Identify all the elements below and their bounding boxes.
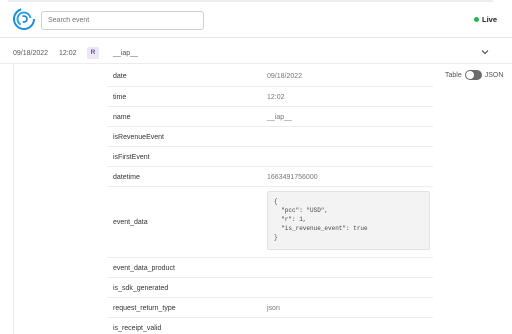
field-value: 09/18/2022 [267, 73, 303, 80]
field-value: 1663491756000 [267, 174, 318, 181]
field-key: date [113, 73, 127, 80]
field-value: json [267, 305, 280, 312]
chevron-down-icon[interactable] [481, 48, 489, 56]
field-row-is-receipt-valid: is_receipt_valid [107, 318, 433, 334]
field-key: isRevenueEvent [113, 134, 164, 141]
live-label: Live [482, 15, 498, 24]
field-key: isFirstEvent [113, 154, 150, 161]
table-json-toggle[interactable]: Table JSON [445, 70, 503, 80]
toggle-table-label: Table [445, 71, 462, 79]
field-key: name [113, 114, 131, 121]
field-row-date: date 09/18/2022 [107, 66, 433, 87]
field-row-event-data-product: event_data_product [107, 258, 433, 278]
live-status-dot-icon [474, 17, 479, 22]
event-time: 12:02 [59, 50, 77, 57]
event-data-json-block: { "pcc": "USD", "r": 1, "is_revenue_even… [267, 191, 430, 250]
field-row-isfirstevent: isFirstEvent [107, 147, 433, 167]
event-name: __iap__ [113, 50, 138, 57]
field-value: __iap__ [267, 114, 292, 121]
field-row-event-data: event_data { "pcc": "USD", "r": 1, "is_r… [107, 187, 433, 258]
field-key: event_data [113, 219, 148, 226]
event-date: 09/18/2022 [13, 50, 49, 57]
event-row[interactable]: 09/18/2022 12:02 R __iap__ [0, 42, 512, 64]
search-input[interactable] [41, 11, 204, 30]
top-bar: Live [0, 0, 512, 38]
field-row-datetime: datetime 1663491756000 [107, 167, 433, 187]
field-row-request-return-type: request_return_type json [107, 298, 433, 318]
field-row-name: name __iap__ [107, 107, 433, 127]
event-type-badge: R [87, 47, 99, 59]
event-fields-table: date 09/18/2022 time 12:02 name __iap__ … [107, 66, 433, 334]
top-divider [8, 0, 493, 2]
field-value: 12:02 [267, 94, 285, 101]
field-key: is_sdk_generated [113, 285, 169, 292]
field-key: datetime [113, 174, 140, 181]
field-row-is-sdk-generated: is_sdk_generated [107, 278, 433, 298]
field-key: event_data_product [113, 265, 175, 272]
view-switch[interactable] [464, 70, 482, 80]
field-row-time: time 12:02 [107, 87, 433, 107]
toggle-json-label: JSON [484, 71, 504, 79]
field-key: time [113, 94, 127, 101]
swirl-logo-icon[interactable] [13, 8, 35, 30]
field-key: request_return_type [113, 305, 176, 312]
field-row-isrevenueevent: isRevenueEvent [107, 127, 433, 147]
field-key: is_receipt_valid [113, 325, 162, 332]
live-indicator: Live [474, 15, 497, 24]
